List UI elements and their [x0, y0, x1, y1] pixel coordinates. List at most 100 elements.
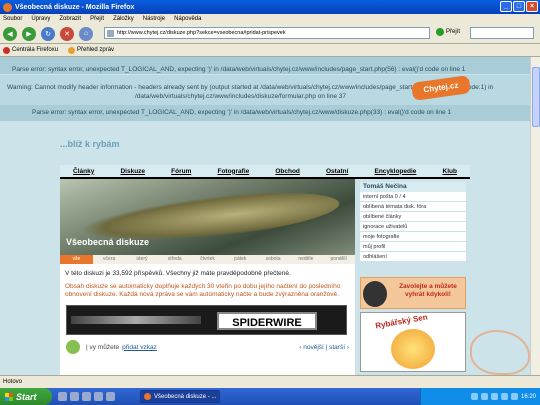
tray-icon[interactable] — [480, 393, 488, 400]
bookmark-label: Přehled zpráv — [77, 47, 115, 53]
quicklaunch-icon[interactable] — [70, 392, 79, 401]
sidebar-item-clanky[interactable]: oblíbené články — [360, 212, 466, 222]
nav-klub[interactable]: Klub — [443, 168, 457, 175]
main-content: Všeobecná diskuze vše včera úterý středa… — [60, 179, 355, 375]
ad-title: Rybářský Sen — [374, 312, 429, 331]
nav-fotografie[interactable]: Fotografie — [217, 168, 249, 175]
go-icon — [436, 28, 444, 36]
tab-vse[interactable]: vše — [60, 255, 93, 264]
add-post-icon — [66, 340, 80, 354]
sidebar-item-temata[interactable]: oblíbená témata disk. fóra — [360, 202, 466, 212]
sidebar-item-profil[interactable]: můj profil — [360, 242, 466, 252]
quicklaunch-icon[interactable] — [58, 392, 67, 401]
nav-ostatni[interactable]: Ostatní — [326, 168, 348, 175]
navigation-toolbar: ◀ ▶ ↻ ✕ ⌂ http://www.chytej.cz/diskuze.p… — [0, 24, 540, 44]
go-label: Přejít — [446, 29, 461, 35]
menu-prejit[interactable]: Přejít — [90, 16, 104, 22]
user-name: Tomáš Nečina — [360, 182, 466, 192]
tray-icon[interactable] — [500, 393, 508, 400]
quick-launch — [58, 392, 115, 401]
minimize-button[interactable]: _ — [500, 1, 512, 12]
bookmarks-toolbar: Centrála Firefoxu Přehled zpráv — [0, 44, 540, 57]
back-icon[interactable]: ◀ — [3, 26, 17, 41]
windows-logo-icon — [5, 392, 13, 401]
sidebar-item-posta[interactable]: interní pošta 0 / 4 — [360, 192, 466, 202]
tray-icon[interactable] — [510, 393, 518, 400]
rybarsky-sen-ad[interactable]: Rybářský Sen — [360, 312, 466, 372]
firefox-icon — [144, 393, 151, 400]
bookmark-label: Centrála Firefoxu — [12, 47, 59, 53]
quicklaunch-icon[interactable] — [94, 392, 103, 401]
tab-sobota[interactable]: sobota — [257, 255, 290, 264]
start-label: Start — [16, 391, 37, 402]
home-icon[interactable]: ⌂ — [79, 26, 93, 41]
menu-bar: Soubor Úpravy Zobrazit Přejít Záložky Ná… — [0, 14, 540, 24]
banner-title: Všeobecná diskuze — [66, 237, 150, 247]
pager-links[interactable]: ‹ novější | starší › — [299, 344, 349, 351]
page-icon — [107, 30, 114, 37]
tab-utery[interactable]: úterý — [126, 255, 159, 264]
start-button[interactable]: Start — [0, 388, 52, 405]
menu-nastroje[interactable]: Nástroje — [143, 16, 165, 22]
tab-pondeli[interactable]: pondělí — [322, 255, 355, 264]
quicklaunch-icon[interactable] — [106, 392, 115, 401]
taskbar-firefox-window[interactable]: Všeobecná diskuze - ... — [140, 390, 220, 403]
windows-taskbar: Start Všeobecná diskuze - ... 16:20 — [0, 388, 540, 405]
task-label: Všeobecná diskuze - ... — [154, 393, 217, 400]
url-text: http://www.chytej.cz/diskuze.php?sekce=v… — [117, 30, 286, 36]
site-slogan: ...blíž k rybám — [60, 139, 120, 149]
tray-icon[interactable] — [470, 393, 478, 400]
ad-brand-text: SPIDERWIRE — [217, 312, 317, 330]
nav-diskuze[interactable]: Diskuze — [120, 168, 145, 175]
firefox-bookmark-icon — [3, 46, 10, 54]
menu-zalozky[interactable]: Záložky — [113, 16, 134, 22]
spiderwire-ad-banner[interactable]: SPIDERWIRE — [66, 305, 347, 335]
nav-encyklopedie[interactable]: Encyklopedie — [375, 168, 417, 175]
bookmark-centrala[interactable]: Centrála Firefoxu — [3, 46, 59, 54]
scrollbar-thumb[interactable] — [532, 67, 540, 127]
menu-napoveda[interactable]: Nápověda — [174, 16, 201, 22]
window-title: Všeobecná diskuze - Mozilla Firefox — [15, 3, 135, 11]
nav-forum[interactable]: Fórum — [171, 168, 191, 175]
forward-icon[interactable]: ▶ — [22, 26, 36, 41]
tab-ctvrtek[interactable]: čtvrtek — [191, 255, 224, 264]
add-post-link[interactable]: přidat vzkaz — [122, 344, 157, 351]
tray-icon[interactable] — [490, 393, 498, 400]
menu-upravy[interactable]: Úpravy — [31, 16, 50, 22]
post-count-text: V této diskuzi je 33,592 příspěvků. Všec… — [65, 270, 291, 277]
ad-logo-image — [391, 329, 435, 369]
auto-refresh-info: Obsah diskuze se automaticky doplňuje ka… — [65, 283, 341, 298]
maximize-button[interactable]: □ — [513, 1, 525, 12]
reload-icon[interactable]: ↻ — [41, 26, 55, 41]
call-to-win-ad[interactable]: Zavolejte a můžete vyhrát kdykoli! — [360, 277, 466, 309]
menu-soubor[interactable]: Soubor — [3, 16, 22, 22]
nav-obchod[interactable]: Obchod — [275, 168, 300, 175]
window-titlebar: Všeobecná diskuze - Mozilla Firefox _ □ … — [0, 0, 540, 14]
tab-vcera[interactable]: včera — [93, 255, 126, 264]
sidebar-item-ignorace[interactable]: ignorace uživatelů — [360, 222, 466, 232]
url-input[interactable]: http://www.chytej.cz/diskuze.php?sekce=v… — [104, 27, 430, 39]
stop-icon[interactable]: ✕ — [60, 26, 74, 41]
clock: 16:20 — [520, 393, 536, 400]
tab-streda[interactable]: středa — [158, 255, 191, 264]
tab-nedele[interactable]: neděle — [289, 255, 322, 264]
site-main-nav: Články Diskuze Fórum Fotografie Obchod O… — [60, 165, 470, 179]
tab-patek[interactable]: pátek — [224, 255, 257, 264]
rss-icon — [68, 46, 76, 54]
bookmark-prehled[interactable]: Přehled zpráv — [68, 46, 115, 54]
search-input[interactable] — [470, 27, 534, 39]
status-text: Hotovo — [3, 379, 23, 385]
close-button[interactable]: × — [526, 1, 538, 12]
menu-zobrazit[interactable]: Zobrazit — [59, 16, 81, 22]
nav-clanky[interactable]: Články — [73, 168, 94, 175]
pike-banner-image: Všeobecná diskuze — [60, 179, 355, 255]
error-message-1: Parse error: syntax error, unexpected T_… — [0, 57, 530, 74]
go-button[interactable]: Přejít — [436, 28, 460, 36]
sidebar-item-fotografie[interactable]: moje fotografie — [360, 232, 466, 242]
user-sidebar: Tomáš Nečina interní pošta 0 / 4 oblíben… — [360, 182, 466, 262]
sidebar-item-odhlaseni[interactable]: odhlášení — [360, 252, 466, 262]
system-tray: 16:20 — [420, 388, 540, 405]
vertical-scrollbar[interactable] — [530, 57, 540, 375]
ad-text: Zavolejte a můžete vyhrát kdykoli! — [399, 283, 457, 298]
quicklaunch-icon[interactable] — [82, 392, 91, 401]
